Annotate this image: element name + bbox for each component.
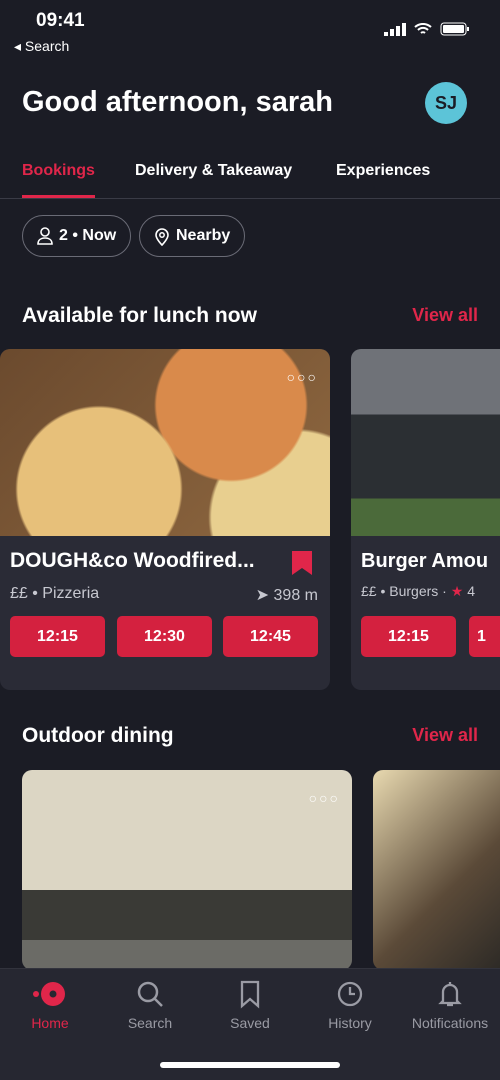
restaurant-meta: ££ • Burgers · ★ 4 bbox=[361, 583, 475, 599]
tab-bookings[interactable]: Bookings bbox=[22, 162, 95, 198]
time-slot-button[interactable]: 12:15 bbox=[361, 616, 456, 657]
restaurant-name: Burger Amou bbox=[361, 550, 489, 572]
nav-home[interactable]: Home bbox=[0, 979, 100, 1031]
greeting: Good afternoon, sarah bbox=[22, 86, 333, 118]
status-time: 09:41 bbox=[36, 10, 85, 31]
nav-history[interactable]: History bbox=[300, 979, 400, 1031]
search-icon bbox=[137, 981, 163, 1007]
status-icons bbox=[384, 22, 470, 36]
back-label: Search bbox=[24, 38, 70, 54]
home-indicator bbox=[160, 1062, 340, 1068]
restaurant-name: DOUGH&co Woodfired... bbox=[10, 549, 255, 572]
time-slot-button[interactable]: 1 bbox=[469, 616, 500, 657]
outdoor-card-image[interactable] bbox=[373, 770, 500, 970]
outdoor-card-image[interactable]: ○○○ bbox=[22, 770, 352, 970]
distance: ➤ 398 m bbox=[255, 587, 318, 604]
person-icon bbox=[37, 227, 53, 245]
wifi-icon bbox=[414, 22, 432, 34]
avatar[interactable]: SJ bbox=[425, 82, 467, 124]
section-title: Outdoor dining bbox=[22, 724, 174, 747]
location-pin-icon bbox=[155, 227, 169, 246]
bell-icon bbox=[438, 982, 462, 1007]
time-slot-button[interactable]: 12:30 bbox=[117, 616, 212, 657]
clock-icon bbox=[337, 981, 363, 1007]
nav-notifications[interactable]: Notifications bbox=[400, 979, 500, 1031]
tab-bar: Bookings Delivery & Takeaway Experiences bbox=[0, 150, 500, 199]
party-label: 2 • Now bbox=[59, 227, 117, 244]
view-all-link[interactable]: View all bbox=[412, 305, 478, 326]
section-title: Available for lunch now bbox=[22, 304, 257, 327]
nav-search[interactable]: Search bbox=[100, 979, 200, 1031]
location-label: Nearby bbox=[176, 227, 231, 244]
back-to-search[interactable]: ◂ Search bbox=[14, 38, 69, 55]
location-filter[interactable]: Nearby bbox=[139, 215, 246, 257]
tab-delivery[interactable]: Delivery & Takeaway bbox=[135, 162, 292, 180]
time-slot-button[interactable]: 12:45 bbox=[223, 616, 318, 657]
nav-saved[interactable]: Saved bbox=[200, 979, 300, 1031]
more-icon[interactable]: ○○○ bbox=[287, 369, 318, 385]
home-icon bbox=[33, 982, 65, 1006]
signal-icon bbox=[384, 22, 406, 36]
more-icon[interactable]: ○○○ bbox=[309, 790, 340, 806]
party-filter[interactable]: 2 • Now bbox=[22, 215, 132, 257]
restaurant-image bbox=[0, 349, 330, 536]
restaurant-image bbox=[351, 349, 500, 536]
restaurant-card[interactable]: Burger Amou ££ • Burgers · ★ 4 12:15 1 bbox=[351, 349, 500, 690]
time-slot-button[interactable]: 12:15 bbox=[10, 616, 105, 657]
view-all-link[interactable]: View all bbox=[412, 725, 478, 746]
tab-experiences[interactable]: Experiences bbox=[336, 162, 430, 180]
restaurant-card[interactable]: ○○○ DOUGH&co Woodfired... ££ • Pizzeria … bbox=[0, 349, 330, 690]
bookmark-icon bbox=[240, 980, 260, 1009]
star-icon: ★ bbox=[450, 583, 464, 599]
bookmark-icon bbox=[292, 551, 312, 575]
restaurant-meta: ££ • Pizzeria bbox=[10, 585, 100, 602]
battery-icon bbox=[440, 22, 469, 36]
